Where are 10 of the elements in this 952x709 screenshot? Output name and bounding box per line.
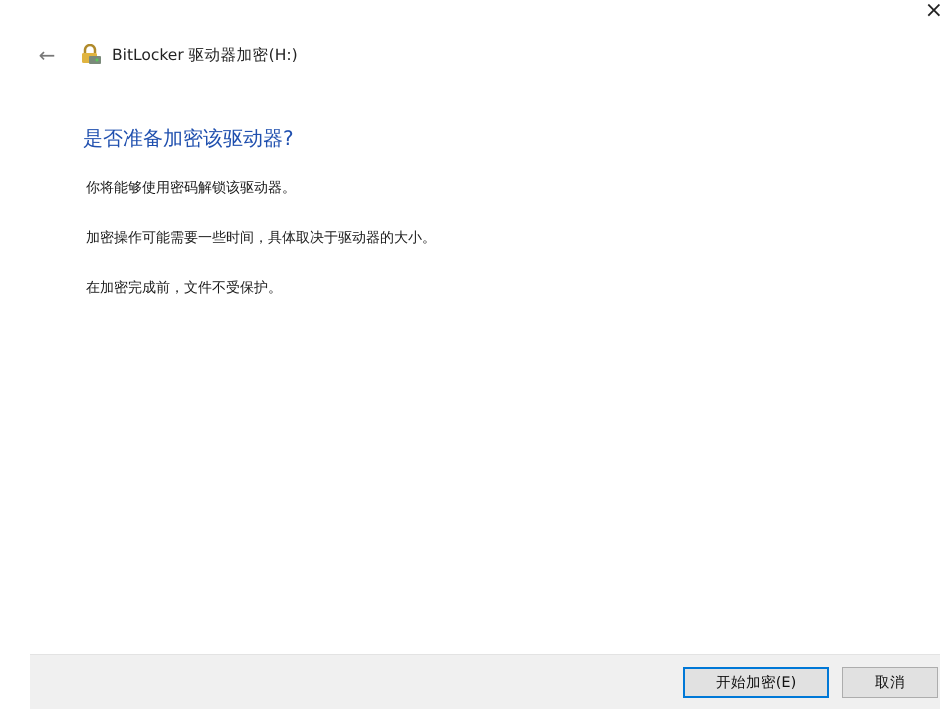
description-text: 在加密完成前，文件不受保护。 — [86, 279, 283, 298]
page-heading: 是否准备加密该驱动器? — [83, 125, 295, 152]
description-text: 加密操作可能需要一些时间，具体取决于驱动器的大小。 — [86, 229, 437, 248]
start-encryption-button[interactable]: 开始加密(E) — [683, 666, 829, 698]
close-button[interactable]: × — [916, 0, 952, 22]
back-button[interactable]: ← — [34, 43, 60, 67]
lock-drive-icon — [80, 44, 102, 66]
description-text: 你将能够使用密码解锁该驱动器。 — [86, 179, 297, 198]
window-title: BitLocker 驱动器加密(H:) — [112, 44, 298, 66]
cancel-button[interactable]: 取消 — [842, 666, 938, 698]
